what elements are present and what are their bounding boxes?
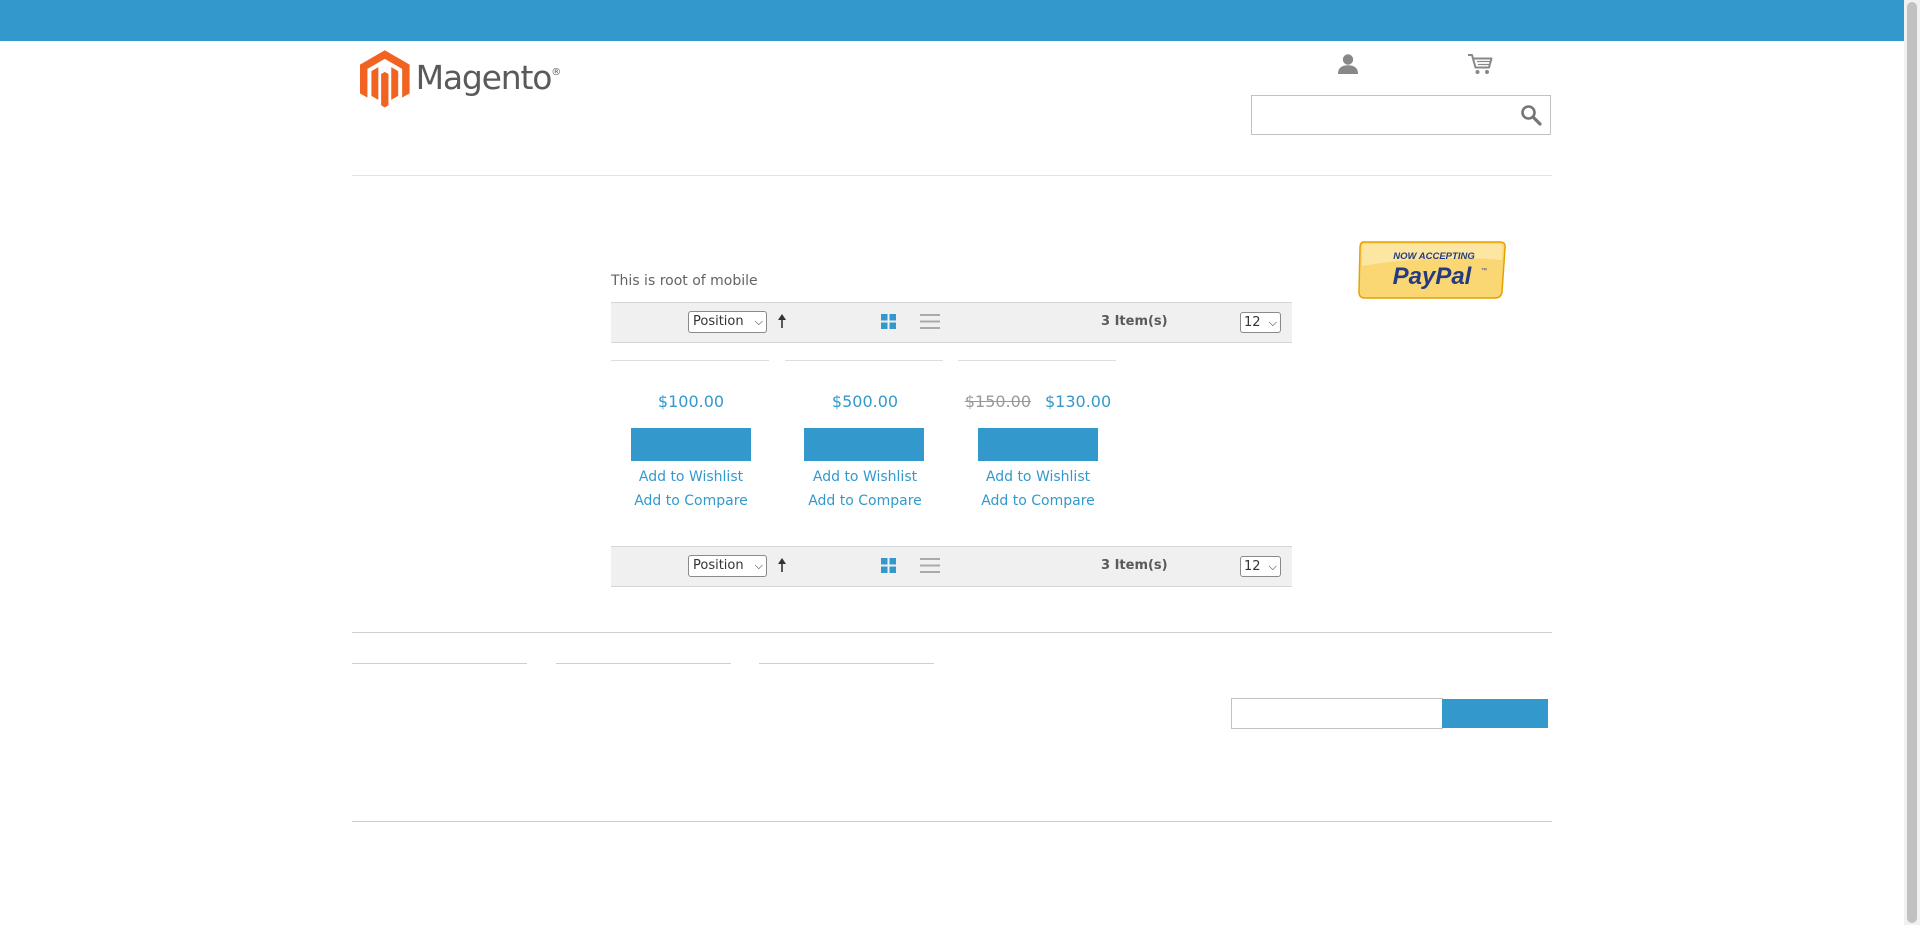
- product-image-placeholder[interactable]: [958, 360, 1116, 361]
- add-to-wishlist-link[interactable]: Add to Wishlist: [611, 469, 771, 485]
- add-to-compare-link[interactable]: Add to Compare: [785, 493, 945, 509]
- product-price: $100.00: [657, 392, 725, 411]
- list-view-icon[interactable]: [920, 314, 940, 329]
- sort-by-select[interactable]: Position ⌵: [688, 555, 767, 577]
- logo-wordmark: Magento®: [415, 57, 562, 97]
- paypal-banner-tm: ™: [1481, 267, 1487, 274]
- toolbar-top: Position ⌵ 3 Item(s) 12 ⌵: [611, 302, 1292, 343]
- limiter-select[interactable]: 12 ⌵: [1240, 556, 1281, 577]
- add-to-wishlist-link[interactable]: Add to Wishlist: [958, 469, 1118, 485]
- search-input[interactable]: [1251, 95, 1551, 135]
- chevron-down-icon: ⌵: [754, 315, 763, 328]
- item-count: 3 Item(s): [1101, 558, 1168, 573]
- add-to-wishlist-link[interactable]: Add to Wishlist: [785, 469, 945, 485]
- magento-logo[interactable]: Magento®: [360, 50, 562, 108]
- chevron-down-icon: ⌵: [1268, 316, 1277, 329]
- product-old-price: $150.00: [964, 392, 1031, 411]
- add-to-compare-link[interactable]: Add to Compare: [958, 493, 1118, 509]
- add-to-cart-button[interactable]: [631, 428, 751, 461]
- top-header-bar: [0, 0, 1904, 41]
- chevron-down-icon: ⌵: [1268, 560, 1277, 573]
- sort-direction-arrow-icon[interactable]: [777, 313, 787, 329]
- page-scrollbar[interactable]: [1904, 0, 1920, 925]
- category-description: This is root of mobile: [611, 273, 758, 289]
- paypal-banner[interactable]: NOW ACCEPTING PayPal ™: [1356, 240, 1508, 300]
- product-image-placeholder[interactable]: [785, 360, 943, 361]
- product-price: $150.00 $130.00: [958, 392, 1118, 411]
- product-special-price: $130.00: [1045, 392, 1112, 411]
- account-icon[interactable]: [1337, 53, 1359, 75]
- footer-bottom-divider: [352, 821, 1552, 822]
- scrollbar-thumb[interactable]: [1907, 2, 1917, 923]
- sort-direction-arrow-icon[interactable]: [777, 557, 787, 573]
- add-to-compare-link[interactable]: Add to Compare: [611, 493, 771, 509]
- footer-divider: [352, 632, 1552, 633]
- footer-column-rule: [759, 663, 934, 664]
- footer-column-rule: [556, 663, 731, 664]
- footer-column-rule: [352, 663, 527, 664]
- paypal-banner-line1: NOW ACCEPTING: [1393, 251, 1475, 262]
- newsletter-subscribe-button[interactable]: [1442, 699, 1548, 728]
- product-price: $500.00: [831, 392, 899, 411]
- item-count: 3 Item(s): [1101, 314, 1168, 329]
- search-icon[interactable]: [1520, 104, 1542, 126]
- toolbar-bottom: Position ⌵ 3 Item(s) 12 ⌵: [611, 546, 1292, 587]
- grid-view-icon[interactable]: [881, 558, 896, 573]
- magento-logo-icon: [360, 50, 410, 108]
- cart-icon[interactable]: [1467, 53, 1493, 75]
- product-image-placeholder[interactable]: [611, 360, 769, 361]
- grid-view-icon[interactable]: [881, 314, 896, 329]
- chevron-down-icon: ⌵: [754, 559, 763, 572]
- sort-by-select[interactable]: Position ⌵: [688, 311, 767, 333]
- add-to-cart-button[interactable]: [978, 428, 1098, 461]
- paypal-banner-line2: PayPal: [1393, 263, 1473, 290]
- list-view-icon[interactable]: [920, 558, 940, 573]
- header-divider: [352, 175, 1552, 176]
- limiter-select[interactable]: 12 ⌵: [1240, 312, 1281, 333]
- newsletter-email-input[interactable]: [1231, 698, 1443, 729]
- add-to-cart-button[interactable]: [804, 428, 924, 461]
